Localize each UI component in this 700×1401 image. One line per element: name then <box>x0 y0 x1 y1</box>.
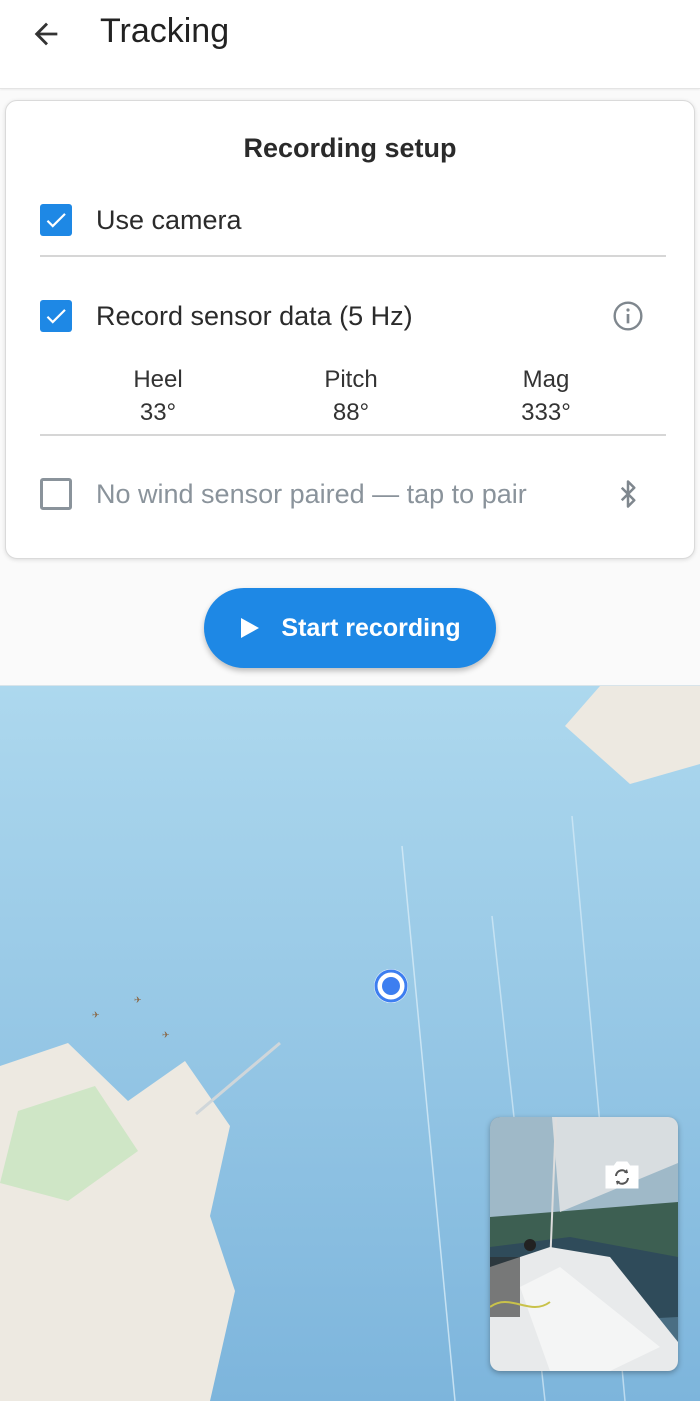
use-camera-checkbox[interactable] <box>40 204 72 236</box>
check-icon <box>46 213 66 228</box>
play-icon <box>241 618 260 638</box>
pair-bluetooth-button[interactable] <box>604 466 652 522</box>
divider <box>40 255 666 257</box>
start-recording-label: Start recording <box>281 613 461 642</box>
sensor-data-row[interactable]: Record sensor data (5 Hz) <box>34 288 666 344</box>
switch-camera-button[interactable] <box>602 1158 642 1192</box>
sensor-data-checkbox[interactable] <box>40 300 72 332</box>
start-recording-button[interactable]: Start recording <box>204 588 496 668</box>
wind-sensor-checkbox[interactable] <box>40 478 72 510</box>
wind-sensor-label: No wind sensor paired — tap to pair <box>96 478 527 509</box>
airplane-icon: ✈ <box>92 1011 100 1021</box>
wind-sensor-row[interactable]: No wind sensor paired — tap to pair <box>34 466 666 522</box>
use-camera-row[interactable]: Use camera <box>34 192 666 248</box>
recording-setup-card: Recording setup Use camera Record sensor… <box>5 100 695 559</box>
divider <box>40 434 666 436</box>
switch-camera-icon <box>605 1161 639 1189</box>
bluetooth-icon <box>620 480 636 508</box>
metric-heel: Heel 33° <box>98 363 218 429</box>
metric-value: 33° <box>139 399 177 426</box>
metric-value: 333° <box>521 399 571 426</box>
card-title: Recording setup <box>243 133 457 163</box>
metric-value: 88° <box>332 399 370 426</box>
airplane-icon: ✈ <box>162 1031 170 1041</box>
metric-name: Mag <box>522 366 570 393</box>
sensor-info-button[interactable] <box>604 288 652 344</box>
info-icon <box>613 301 643 331</box>
page-title: Tracking <box>100 12 230 50</box>
sensor-data-label: Record sensor data (5 Hz) <box>96 300 413 331</box>
land-area <box>0 1043 235 1401</box>
metric-mag: Mag 333° <box>486 363 606 429</box>
back-button[interactable] <box>22 10 70 58</box>
check-icon <box>46 309 66 324</box>
current-location-marker[interactable] <box>374 969 408 1003</box>
sensor-metrics: Heel 33° Pitch 88° Mag 333° <box>66 363 636 426</box>
airplane-icon: ✈ <box>134 996 142 1006</box>
metric-pitch: Pitch 88° <box>291 363 411 429</box>
camera-preview-image <box>490 1117 678 1371</box>
metric-name: Pitch <box>324 366 378 393</box>
metric-name: Heel <box>133 366 183 393</box>
use-camera-label: Use camera <box>96 204 242 235</box>
app-bar: Tracking <box>0 0 700 89</box>
camera-preview[interactable] <box>490 1117 678 1371</box>
arrow-left-icon <box>34 22 58 46</box>
